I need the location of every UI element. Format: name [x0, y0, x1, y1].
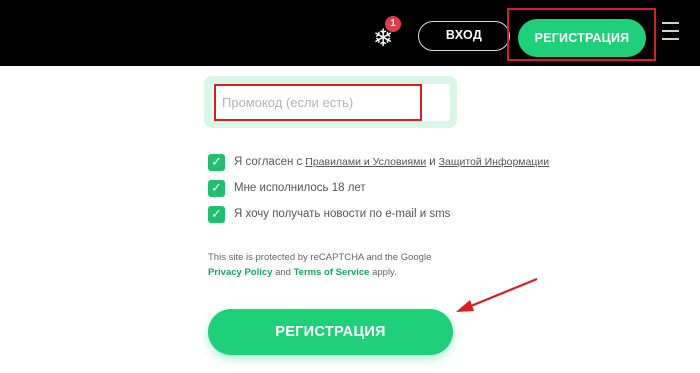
annotation-arrow: [456, 277, 538, 312]
